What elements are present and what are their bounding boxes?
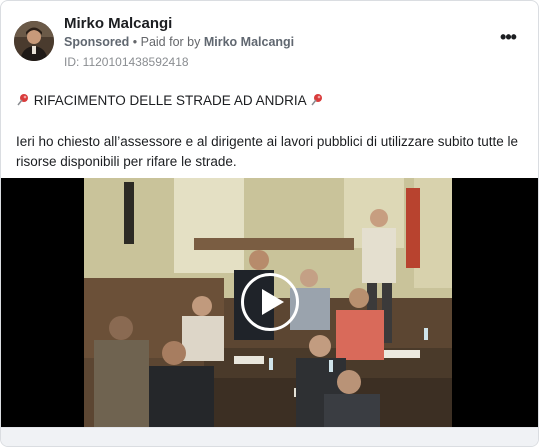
advertiser-name[interactable]: Mirko Malcangi	[64, 15, 172, 32]
more-options-icon[interactable]: •••	[495, 28, 521, 51]
sponsored-meta: Sponsored • Paid for by Mirko Malcangi	[64, 35, 294, 49]
post-headline: RIFACIMENTO DELLE STRADE AD ANDRIA	[16, 93, 324, 110]
pushpin-icon	[310, 93, 324, 110]
avatar[interactable]	[14, 21, 54, 61]
play-icon	[262, 289, 284, 315]
play-button[interactable]	[241, 273, 299, 331]
headline-text: RIFACIMENTO DELLE STRADE AD ANDRIA	[33, 93, 306, 108]
ad-id: ID: 1120101438592418	[64, 55, 189, 69]
pushpin-icon	[16, 93, 30, 110]
avatar-photo	[14, 21, 54, 61]
card-footer	[1, 427, 538, 446]
paid-for-name[interactable]: Mirko Malcangi	[204, 35, 294, 49]
paid-for-prefix: • Paid for by	[129, 35, 204, 49]
post-body: Ieri ho chiesto all’assessore e al dirig…	[16, 134, 519, 169]
ad-card: Mirko Malcangi Sponsored • Paid for by M…	[0, 0, 539, 447]
sponsored-label: Sponsored	[64, 35, 130, 49]
